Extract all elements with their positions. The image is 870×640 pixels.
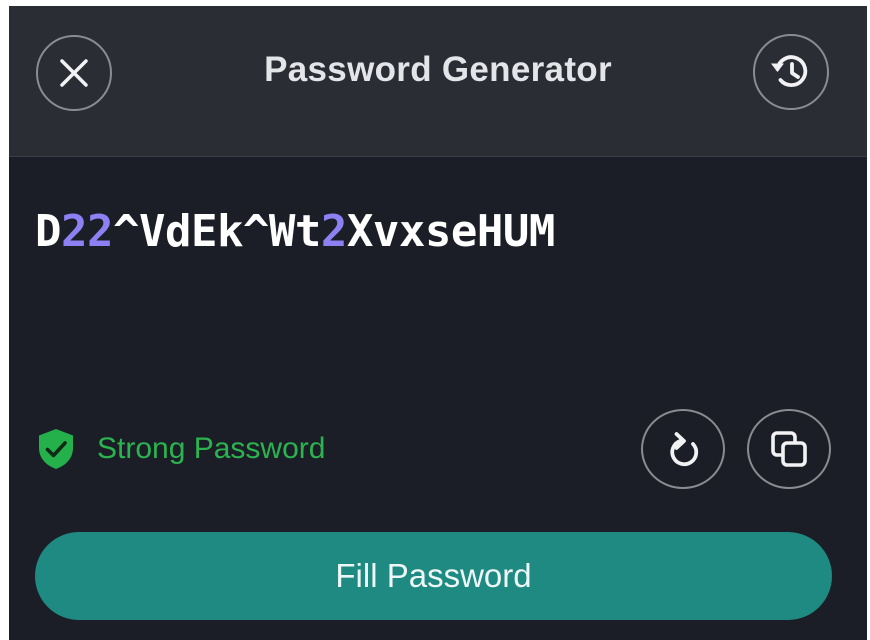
password-generator-panel: Password Generator D22^VdEk^Wt2XvxseHUM … — [9, 6, 867, 640]
password-segment: ^VdEk^Wt — [112, 206, 321, 257]
history-button[interactable] — [753, 34, 829, 110]
strength-label: Strong Password — [97, 432, 326, 465]
regenerate-button[interactable] — [641, 409, 725, 489]
password-strength-indicator: Strong Password — [37, 428, 325, 470]
header-bar: Password Generator — [9, 6, 867, 157]
password-digit-segment: 2 — [320, 206, 348, 257]
password-digit-segment: 22 — [61, 206, 113, 257]
password-segment: D — [35, 206, 62, 257]
history-icon — [771, 55, 808, 88]
copy-button[interactable] — [747, 409, 831, 489]
password-segment: XvxseHUM — [346, 206, 555, 257]
copy-icon — [771, 431, 807, 467]
shield-check-icon — [39, 429, 73, 469]
refresh-icon — [670, 432, 699, 467]
generated-password: D22^VdEk^Wt2XvxseHUM — [35, 206, 555, 257]
fill-password-button[interactable]: Fill Password — [35, 532, 832, 620]
page-title: Password Generator — [264, 50, 612, 89]
